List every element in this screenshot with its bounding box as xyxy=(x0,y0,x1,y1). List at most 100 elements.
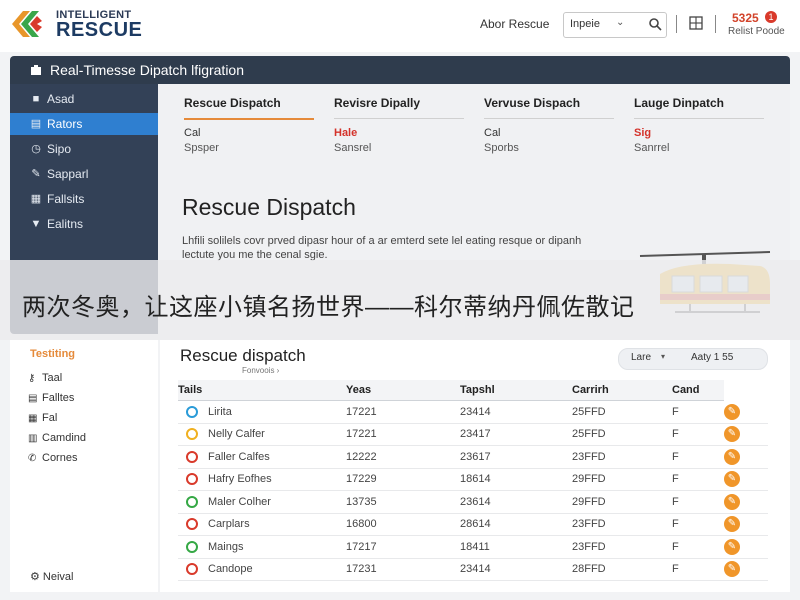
row-name: Maler Colher xyxy=(208,495,271,508)
status-dot-icon xyxy=(186,495,198,508)
panel-title: Real-Timesse Dipatch lfigration xyxy=(50,62,244,78)
clock-icon: ◷ xyxy=(31,143,41,155)
tab-underline xyxy=(634,118,764,119)
secondary-item-taal[interactable]: ⚷ Taal xyxy=(28,372,62,384)
table-cell: 23FFD xyxy=(572,513,672,536)
sidebar-item-ealitns[interactable]: ▼ Ealitns xyxy=(10,213,158,235)
search-icon[interactable] xyxy=(648,17,662,31)
active-tab-underline xyxy=(184,118,314,120)
grid-view-icon[interactable] xyxy=(689,16,703,30)
tab-title: Rescue Dispatch xyxy=(184,96,281,110)
row-name: Candope xyxy=(208,563,253,576)
tab-revisre-dipally[interactable]: Revisre Dipally Hale Sansrel xyxy=(334,96,464,154)
row-name: Faller Calfes xyxy=(208,450,270,463)
table-row[interactable]: Maings 17217 18411 23FFD F ✎ xyxy=(178,535,768,559)
sidebar-item-label: Ealitns xyxy=(47,217,84,231)
row-name: Lirita xyxy=(208,405,232,418)
table-row[interactable]: Hafry Eofhes 17229 18614 29FFD F ✎ xyxy=(178,468,768,491)
home-icon xyxy=(31,65,41,75)
logo-icon xyxy=(12,11,42,37)
table-subtitle-link[interactable]: Fonvoois › xyxy=(242,366,279,375)
key-icon: ⚷ xyxy=(28,373,36,384)
secondary-item-label: Taal xyxy=(42,372,63,384)
name-cell: Carplars xyxy=(178,513,346,536)
table-row[interactable]: Nelly Calfer 17221 23417 25FFD F ✎ xyxy=(178,423,768,446)
table-cell: 17229 xyxy=(346,468,460,491)
chevron-down-icon: ⌄ xyxy=(616,17,625,28)
secondary-item-falltes[interactable]: ▤ Falltes xyxy=(28,392,74,404)
column-header[interactable]: Tapshl xyxy=(460,380,572,401)
tab-rescue-dispatch[interactable]: Rescue Dispatch Cal Spsper xyxy=(184,96,314,154)
settings-icon: ⚙ xyxy=(30,571,43,583)
tab-line-2: Spsper xyxy=(184,142,219,154)
table-row[interactable]: Carplars 16800 28614 23FFD F ✎ xyxy=(178,513,768,536)
edit-icon[interactable]: ✎ xyxy=(724,516,740,533)
about-link[interactable]: Abor Rescue xyxy=(480,17,549,31)
table-row[interactable]: Candope 17231 23414 28FFD F ✎ xyxy=(178,558,768,581)
tab-vervuse-dispach[interactable]: Vervuse Dispach Cal Sporbs xyxy=(484,96,614,154)
column-header[interactable]: Cand xyxy=(672,380,724,401)
dashboard-icon: ▤ xyxy=(30,118,42,130)
sidebar-item-sapparl[interactable]: ✎ Sapparl xyxy=(10,163,158,185)
secondary-footer-item[interactable]: ⚙ Neival xyxy=(30,570,74,583)
status-dot-icon xyxy=(186,473,198,486)
table-row[interactable]: Lirita 17221 23414 25FFD F ✎ xyxy=(178,400,768,424)
action-cell: ✎ xyxy=(724,423,768,446)
table-row[interactable]: Faller Calfes 12222 23617 23FFD F ✎ xyxy=(178,445,768,469)
list-icon: ▤ xyxy=(28,393,38,404)
table-cell: F xyxy=(672,558,724,581)
search-select[interactable]: Inpeie ⌄ xyxy=(563,12,667,38)
sidebar-item-asad[interactable]: ■ Asad xyxy=(10,88,158,110)
table-cell: F xyxy=(672,423,724,446)
table-cell: 18411 xyxy=(460,535,572,559)
action-cell: ✎ xyxy=(724,535,768,559)
table-row[interactable]: Maler Colher 13735 23614 29FFD F ✎ xyxy=(178,490,768,514)
tab-underline xyxy=(334,118,464,119)
column-header[interactable]: Carrirh xyxy=(572,380,672,401)
hero-description: Lhfili solilels covr prved dipasr hour o… xyxy=(182,235,582,261)
table-cell: 28FFD xyxy=(572,558,672,581)
secondary-item-fal[interactable]: ▦ Fal xyxy=(28,412,57,424)
row-name: Carplars xyxy=(208,518,250,531)
edit-icon[interactable]: ✎ xyxy=(724,448,740,465)
edit-icon[interactable]: ✎ xyxy=(724,561,740,578)
sidebar-item-label: Sapparl xyxy=(47,167,89,181)
table-cell: F xyxy=(672,468,724,491)
table-cell: 23414 xyxy=(460,558,572,581)
edit-icon[interactable]: ✎ xyxy=(724,493,740,510)
secondary-item-cornes[interactable]: ✆ Cornes xyxy=(28,452,77,464)
edit-icon[interactable]: ✎ xyxy=(724,426,740,443)
tab-line-2: Sanrrel xyxy=(634,142,670,154)
table-title: Rescue dispatch xyxy=(180,346,306,365)
edit-icon[interactable]: ✎ xyxy=(724,538,740,555)
stat-label: Relist Poode xyxy=(728,26,785,37)
name-cell: Faller Calfes xyxy=(178,445,346,469)
filter-value: Aaty 1 55 xyxy=(691,352,734,363)
sidebar-item-rators[interactable]: ▤ Rators xyxy=(10,113,166,135)
tab-title: Lauge Dinpatch xyxy=(634,96,725,110)
edit-icon[interactable]: ✎ xyxy=(724,403,740,420)
phone-icon: ✆ xyxy=(28,453,37,464)
name-cell: Maler Colher xyxy=(178,490,346,514)
sidebar-item-sipo[interactable]: ◷ Sipo xyxy=(10,138,158,160)
hero-title: Rescue Dispatch xyxy=(182,194,356,220)
tab-lauge-dinpatch[interactable]: Lauge Dinpatch Sig Sanrrel xyxy=(634,96,764,154)
table-filter[interactable]: Lare ▾ Aaty 1 55 xyxy=(618,348,768,370)
column-header[interactable]: Tails xyxy=(178,380,346,401)
column-header[interactable]: Yeas xyxy=(346,380,460,401)
status-dot-icon xyxy=(186,518,198,531)
edit-icon[interactable]: ✎ xyxy=(724,471,740,488)
sidebar-item-fallsits[interactable]: ▦ Fallsits xyxy=(10,188,158,210)
row-name: Maings xyxy=(208,540,244,553)
table-cell: F xyxy=(672,445,724,469)
search-select-value: Inpeie xyxy=(570,18,600,30)
sidebar-item-label: Rators xyxy=(47,117,83,131)
filter-icon: ▼ xyxy=(30,218,42,230)
table-cell: 17221 xyxy=(346,423,460,446)
secondary-item-camdind[interactable]: ▥ Camdind xyxy=(28,432,86,444)
table-cell: 23414 xyxy=(460,400,572,424)
notification-badge[interactable]: 1 xyxy=(765,11,777,23)
action-cell: ✎ xyxy=(724,445,768,469)
chevron-down-icon: ▾ xyxy=(661,352,666,361)
sidebar-item-label: Asad xyxy=(47,92,75,106)
